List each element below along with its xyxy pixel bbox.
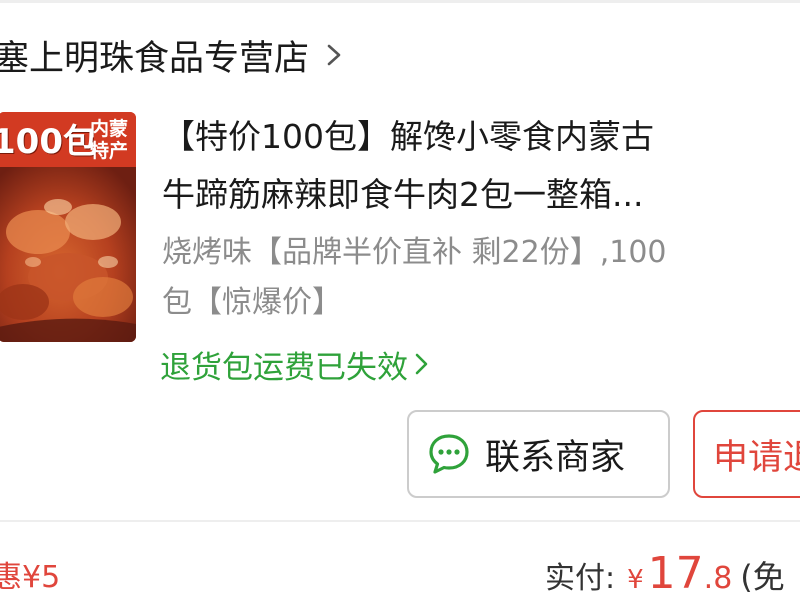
image-corner-text: 内蒙特产 [90, 118, 129, 162]
currency-symbol: ¥ [627, 565, 644, 595]
top-divider [0, 0, 800, 3]
chevron-right-icon [414, 350, 430, 378]
contact-seller-button[interactable]: 联系商家 [407, 410, 670, 498]
refund-status-link[interactable]: 退货包运费已失效 [160, 340, 430, 388]
product-title[interactable]: 【特价100包】解馋小零食内蒙古 牛蹄筋麻辣即食牛肉2包一整箱... [162, 108, 782, 224]
product-image[interactable]: 100包 内蒙特产 [0, 112, 136, 342]
contact-seller-label: 联系商家 [485, 437, 626, 478]
paid-amount: 实付: ¥ 17 .8 (免 [545, 548, 785, 600]
product-spec-line-1: 烧烤味【品牌半价直补 剩22份】,100 [162, 235, 667, 270]
product-spec: 烧烤味【品牌半价直补 剩22份】,100 包【惊爆价】 [162, 228, 782, 328]
product-spec-line-2: 包【惊爆价】 [162, 285, 342, 320]
product-title-line-1: 【特价100包】解馋小零食内蒙古 [162, 117, 654, 156]
bottom-divider [0, 520, 800, 522]
price-integer: 17 [647, 548, 704, 599]
product-title-line-2: 牛蹄筋麻辣即食牛肉2包一整箱... [162, 175, 644, 214]
chevron-right-icon [323, 40, 345, 70]
apply-refund-label: 申请退 [713, 437, 800, 478]
price-decimal: .8 [703, 561, 733, 596]
store-link[interactable]: 塞上明珠食品专营店 [0, 30, 345, 80]
order-item-card: 塞上明珠食品专营店 100包 内蒙特产 【特价100包】解馋小零食内蒙古 牛蹄筋… [0, 0, 800, 600]
chat-bubble-icon [427, 432, 471, 476]
discount-text: 惠¥5 [0, 560, 61, 595]
store-name: 塞上明珠食品专营店 [0, 38, 310, 79]
paid-suffix: (免 [740, 558, 785, 596]
refund-status-text: 退货包运费已失效 [160, 349, 408, 386]
apply-refund-button[interactable]: 申请退 [693, 410, 800, 498]
paid-label: 实付: [545, 561, 616, 596]
image-badge-text: 100包 [0, 122, 97, 162]
